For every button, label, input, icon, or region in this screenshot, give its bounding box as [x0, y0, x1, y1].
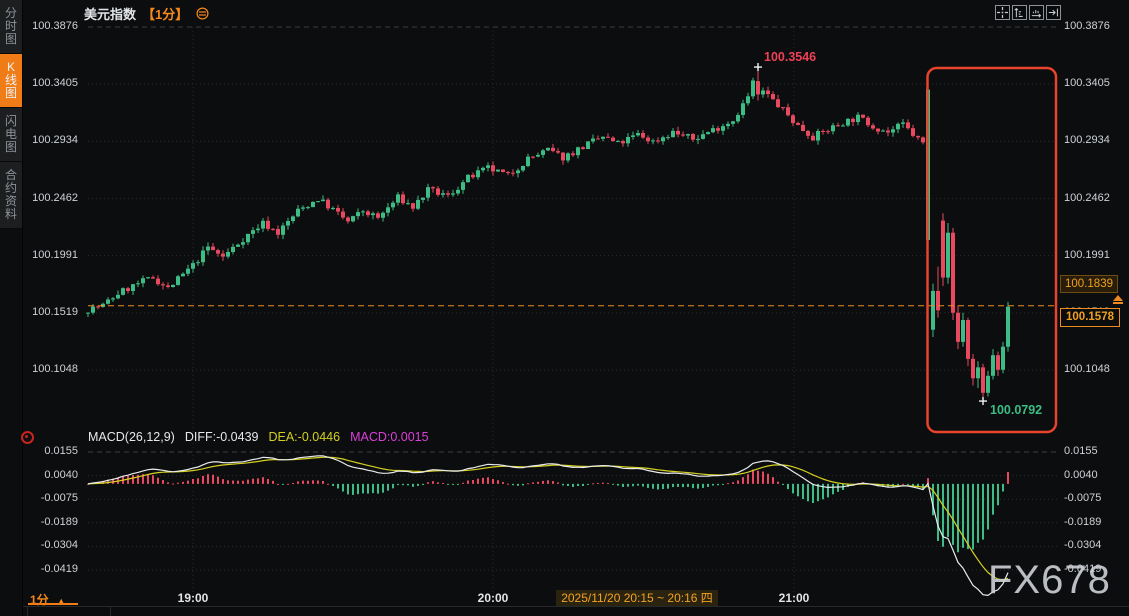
page-title: 美元指数: [84, 7, 137, 22]
time-axis-button[interactable]: [1029, 5, 1044, 20]
crosshair-move-button[interactable]: [995, 5, 1010, 20]
macd-legend: MACD(26,12,9) DIFF:-0.0439 DEA:-0.0446 M…: [88, 430, 429, 444]
high-price-label: 100.3546: [764, 50, 817, 65]
selected-time-range: 2025/11/20 20:15 ~ 20:16 四: [556, 590, 718, 606]
interval-selector[interactable]: 1分 ▲: [30, 591, 66, 608]
macd-hist-value: MACD:0.0015: [350, 430, 429, 444]
macd-dea-value: DEA:-0.0446: [268, 430, 341, 444]
chart-settings-icon[interactable]: [196, 7, 209, 20]
latest-price-marker-icon[interactable]: [1113, 294, 1123, 304]
sidebar: 分 时 图K 线 图闪 电 图合 约 资 料: [0, 0, 23, 616]
current-price-badge: 100.1578: [1060, 307, 1120, 327]
interval-badge: 【1分】: [142, 7, 189, 22]
header: 美元指数 【1分】: [84, 4, 209, 23]
sidebar-tab-0[interactable]: 分 时 图: [0, 0, 22, 54]
trading-app: 分 时 图K 线 图闪 电 图合 约 资 料 美元指数 【1分】 100.387…: [0, 0, 1129, 616]
price-axis-button[interactable]: [1012, 5, 1027, 20]
price-chart[interactable]: [0, 0, 1129, 616]
upper-price-badge: 100.1839: [1060, 275, 1118, 293]
sidebar-tab-1[interactable]: K 线 图: [0, 54, 22, 108]
macd-params: MACD(26,12,9): [88, 430, 175, 444]
chart-toolbar: [995, 5, 1061, 20]
go-to-latest-button[interactable]: [1046, 5, 1061, 20]
watermark: FX678: [988, 558, 1111, 602]
macd-diff-value: DIFF:-0.0439: [184, 430, 259, 444]
low-price-label: 100.0792: [990, 403, 1043, 418]
record-dot-icon: [21, 431, 34, 444]
bottom-strip: [0, 606, 1129, 616]
interval-active-underline: [28, 603, 78, 605]
sidebar-tab-2[interactable]: 闪 电 图: [0, 108, 22, 162]
sidebar-tab-3[interactable]: 合 约 资 料: [0, 162, 22, 229]
